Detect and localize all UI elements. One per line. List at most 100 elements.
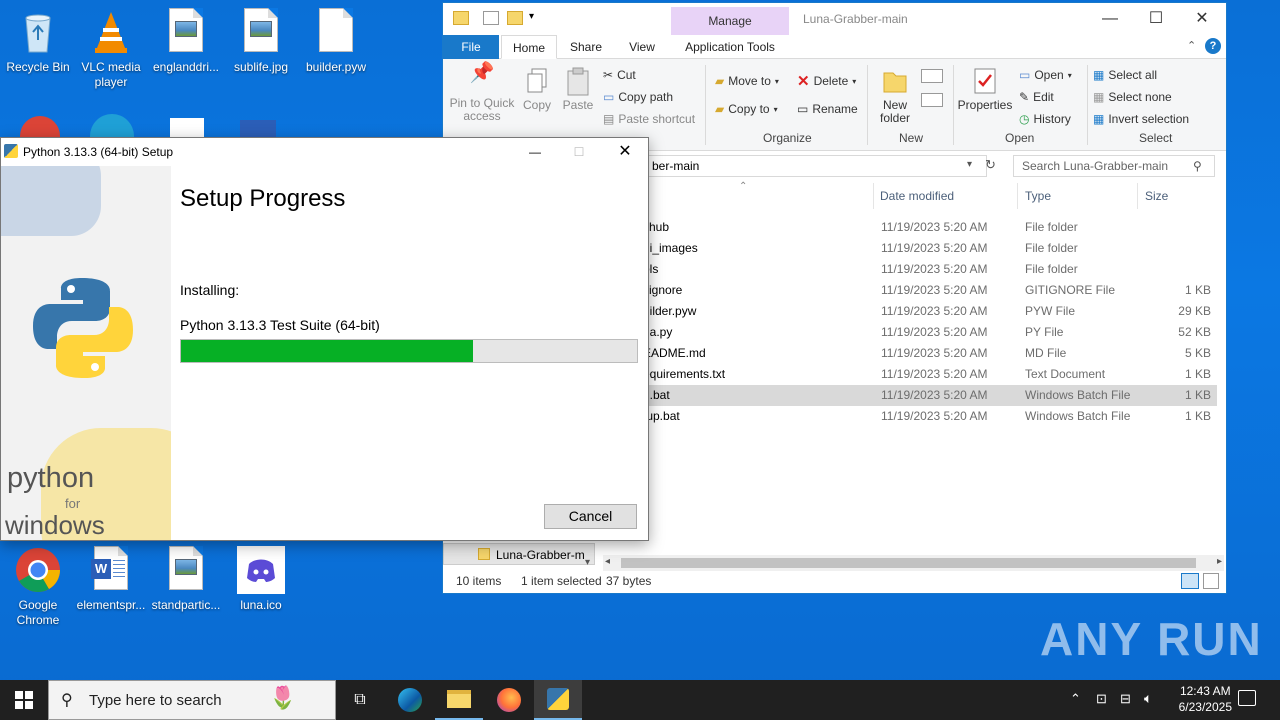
copy-path-button[interactable]: ▭ Copy path [603,87,673,107]
column-date-modified[interactable]: Date modified [880,189,954,203]
address-bar[interactable]: ber-main [647,155,987,177]
scroll-thumb[interactable] [621,558,1196,568]
desktop-icon-builder[interactable]: builder.pyw [298,8,374,75]
address-dropdown-icon[interactable]: ▾ [967,159,972,170]
help-icon[interactable]: ? [1205,38,1221,54]
quick-access-dropdown-icon[interactable]: ▾ [529,11,534,22]
cell-date: 11/19/2023 5:20 AM [881,262,988,276]
desktop-icon-sublife[interactable]: sublife.jpg [223,8,299,75]
desktop-icon-vlc[interactable]: VLC media player [73,8,149,90]
details-view-icon[interactable] [1181,573,1199,589]
tab-home[interactable]: Home [501,35,557,59]
select-all-button[interactable]: ▦ Select all [1093,65,1157,85]
cancel-button[interactable]: Cancel [544,504,637,529]
new-item-icon[interactable] [921,69,943,83]
task-view-button[interactable]: ⧉ [336,680,384,720]
file-explorer-taskbar-button[interactable] [435,680,483,720]
open-button[interactable]: ▭ Open ▾ [1019,65,1072,85]
image-file-icon [170,118,204,138]
folder-icon[interactable] [453,11,469,25]
tray-device-icon[interactable]: ⊡ [1096,691,1107,707]
firefox-taskbar-button[interactable] [485,680,533,720]
properties-icon[interactable] [483,11,499,25]
tab-manage[interactable]: Manage [671,7,789,35]
easy-access-icon[interactable] [921,93,943,107]
ribbon-tabs: File Home Share View Application Tools ⌃… [443,35,1226,59]
folder-move-icon: ▰ [715,73,725,88]
cell-name: ui_images [643,241,698,255]
table-row[interactable]: EADME.md 11/19/2023 5:20 AM MD File 5 KB [643,343,1217,364]
edit-icon: ✎ [1019,89,1030,104]
python-installer-taskbar-button[interactable] [534,680,582,720]
copy-to-button[interactable]: ▰ Copy to ▾ [715,99,778,119]
notifications-icon[interactable] [1238,690,1256,706]
close-button[interactable]: ✕ [1179,3,1225,35]
cell-type: PYW File [1025,304,1076,318]
table-row[interactable]: ui_images 11/19/2023 5:20 AM File folder [643,238,1217,259]
edit-button[interactable]: ✎ Edit [1019,87,1054,107]
table-row[interactable]: itignore 11/19/2023 5:20 AM GITIGNORE File… [643,280,1217,301]
table-row[interactable]: tup.bat 11/19/2023 5:20 AM Windows Batch F… [643,406,1217,427]
select-none-button[interactable]: ▦ Select none [1093,87,1172,107]
nav-pane-item-luna-grabber[interactable]: Luna-Grabber-m [443,543,595,565]
close-button[interactable]: ✕ [609,140,641,164]
table-row[interactable]: na.py 11/19/2023 5:20 AM PY File 52 KB [643,322,1217,343]
tab-view[interactable]: View [615,35,669,59]
column-type[interactable]: Type [1025,189,1051,203]
cell-date: 11/19/2023 5:20 AM [881,304,988,318]
scroll-left-icon[interactable]: ◂ [605,556,610,567]
table-row[interactable]: equirements.txt 11/19/2023 5:20 AM Text Do… [643,364,1217,385]
firefox-icon [497,688,521,712]
copy-button[interactable]: Copy [521,67,553,112]
desktop-icon-englanddri[interactable]: englanddri... [148,8,224,75]
show-hidden-icons-icon[interactable]: ⌃ [1070,691,1081,707]
maximize-button[interactable]: ☐ [1133,3,1179,35]
network-icon[interactable]: ⊟ [1120,691,1131,707]
folder-icon [478,548,490,560]
table-row[interactable]: ithub 11/19/2023 5:20 AM File folder [643,217,1217,238]
desktop-icon-chrome[interactable]: Google Chrome [0,546,76,628]
new-folder-button[interactable]: New folder [875,67,915,125]
paste-shortcut-button[interactable]: ▤ Paste shortcut [603,109,695,129]
new-folder-icon[interactable] [507,11,523,25]
desktop-icon-recycle-bin[interactable]: Recycle Bin [0,8,76,75]
refresh-icon[interactable]: ↻ [985,157,996,173]
pin-quick-access-button[interactable]: 📌 Pin to Quick access [449,63,515,123]
tab-share[interactable]: Share [559,35,613,59]
select-none-icon: ▦ [1093,89,1105,104]
tab-application-tools[interactable]: Application Tools [673,35,787,59]
clock[interactable]: 12:43 AM 6/23/2025 [1179,683,1232,715]
table-row[interactable]: ols 11/19/2023 5:20 AM File folder [643,259,1217,280]
search-input[interactable]: Search Luna-Grabber-main [1013,155,1215,177]
rename-button[interactable]: ▭ Rename [797,99,858,119]
edge-taskbar-button[interactable] [386,680,434,720]
desktop-icon-elementspr[interactable]: W elementspr... [73,546,149,613]
delete-button[interactable]: ✕ Delete ▾ [797,71,856,91]
scroll-right-icon[interactable]: ▸ [1217,556,1222,567]
cell-type: MD File [1025,346,1067,360]
table-row[interactable]: uilder.pyw 11/19/2023 5:20 AM PYW File 29 K… [643,301,1217,322]
volume-icon[interactable]: 🔈︎ [1144,690,1152,707]
desktop-icon-label: englanddri... [152,60,220,74]
image-file-icon [162,546,210,594]
invert-selection-button[interactable]: ▦ Invert selection [1093,109,1189,129]
minimize-button[interactable]: — [1087,3,1133,35]
setup-titlebar: Python 3.13.3 (64-bit) Setup — ☐ ✕ [1,138,648,166]
paste-button[interactable]: Paste [561,67,595,112]
collapse-ribbon-icon[interactable]: ⌃ [1187,39,1196,52]
recycle-bin-icon [14,8,62,56]
move-to-button[interactable]: ▰ Move to ▾ [715,71,779,91]
history-button[interactable]: ◷ History [1019,109,1071,129]
minimize-button[interactable]: — [519,140,551,164]
table-row[interactable]: n.bat 11/19/2023 5:20 AM Windows Batch Fil… [643,385,1217,406]
desktop-icon-standpartic[interactable]: standpartic... [148,546,224,613]
column-size[interactable]: Size [1145,189,1168,203]
large-icons-view-icon[interactable] [1203,573,1219,589]
properties-button[interactable]: Properties [957,67,1013,112]
tab-file[interactable]: File [443,35,499,59]
desktop-icon-luna-ico[interactable]: luna.ico [223,546,299,613]
taskbar-search-box[interactable]: ⚲ Type here to search 🌷 [48,680,336,720]
start-button[interactable] [0,680,48,720]
cut-button[interactable]: ✂ Cut [603,65,636,85]
nav-pane-dropdown-icon[interactable]: ▾ [585,557,590,568]
